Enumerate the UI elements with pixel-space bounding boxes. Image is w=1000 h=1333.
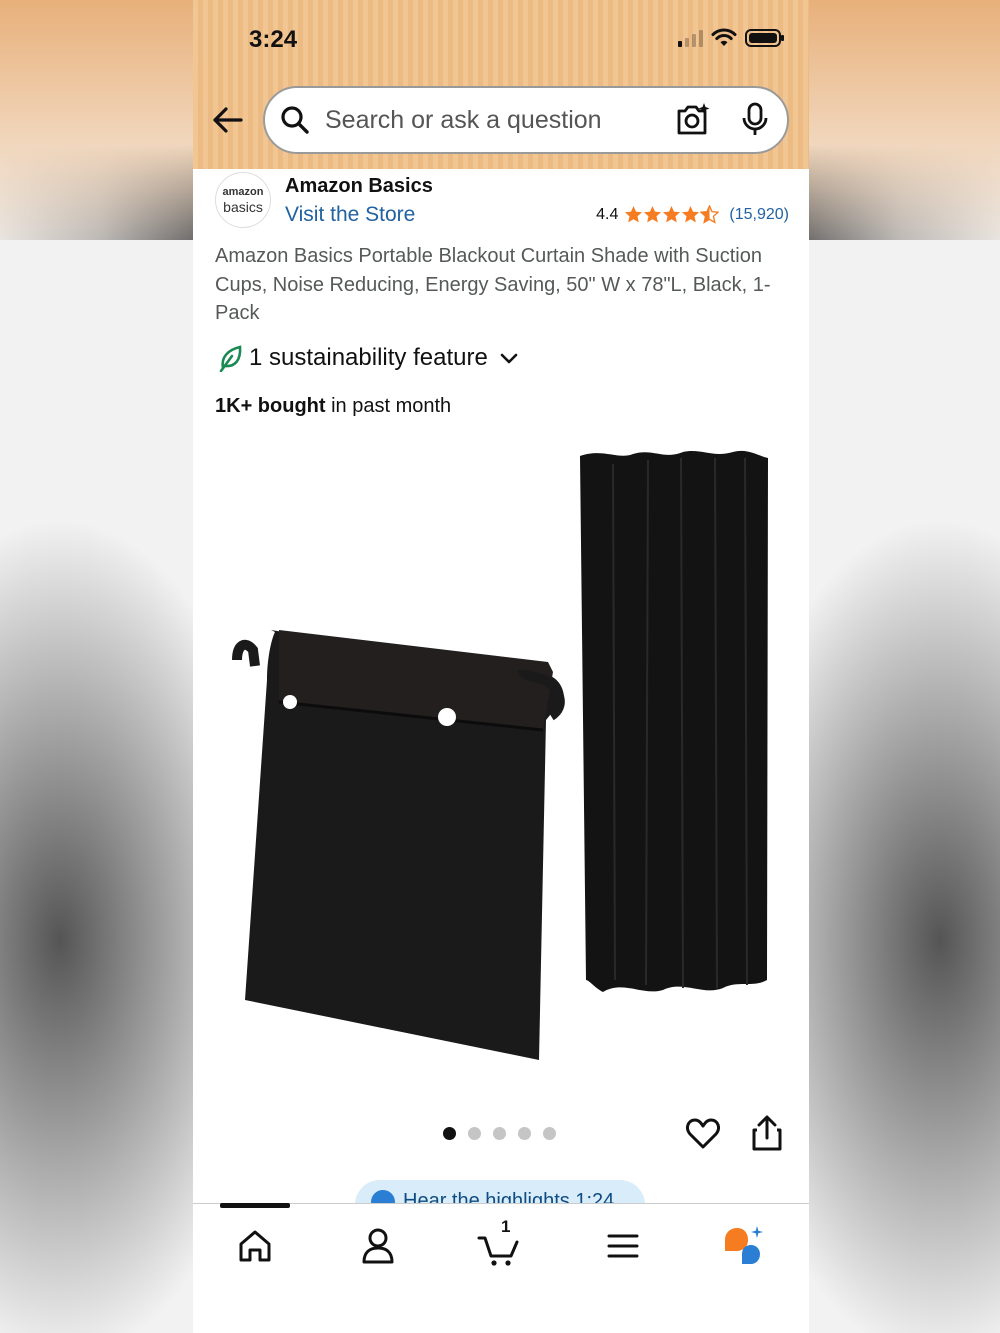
carousel-dots[interactable] (443, 1127, 556, 1140)
account-icon[interactable] (356, 1224, 400, 1268)
phone-screen: 3:24 Search or ask a question amazon bas… (193, 0, 809, 1333)
back-arrow-icon[interactable] (209, 101, 247, 139)
star-rating (624, 205, 720, 224)
status-time: 3:24 (249, 26, 298, 53)
chevron-down-icon (500, 353, 518, 364)
rating-summary[interactable]: 4.4 (15,920) (596, 205, 789, 224)
brand-logo-subtext: basics (223, 199, 263, 215)
star-half-icon (700, 205, 720, 224)
product-title: Amazon Basics Portable Blackout Curtain … (215, 245, 771, 324)
star-full-icon (682, 205, 700, 223)
cellular-signal-icon (678, 29, 703, 47)
header-bar: 3:24 Search or ask a question (193, 0, 809, 169)
search-icon (281, 106, 309, 134)
menu-icon[interactable] (601, 1224, 645, 1268)
cart-count-badge: 1 (501, 1217, 511, 1236)
bought-count-suffix: in past month (325, 395, 452, 417)
brand-name: Amazon Basics (285, 175, 433, 197)
share-icon[interactable] (749, 1114, 785, 1152)
rating-count[interactable]: (15,920) (729, 206, 789, 224)
bought-count: 1K+ bought in past month (215, 395, 451, 418)
brand-logo[interactable]: amazon basics (215, 172, 271, 228)
carousel-dot[interactable] (468, 1127, 481, 1140)
star-full-icon (644, 205, 662, 223)
carousel-dot[interactable] (493, 1127, 506, 1140)
search-bar[interactable]: Search or ask a question (263, 86, 789, 154)
star-full-icon (663, 205, 681, 223)
carousel-dot[interactable] (543, 1127, 556, 1140)
leaf-icon (219, 345, 242, 372)
camera-search-icon[interactable] (673, 101, 711, 139)
brand-row: amazon basics Amazon Basics Visit the St… (215, 172, 789, 232)
sustainability-label: 1 sustainability feature (249, 344, 488, 371)
status-icons (678, 28, 784, 48)
bought-count-bold: 1K+ bought (215, 395, 326, 417)
wifi-icon (711, 28, 737, 46)
battery-icon (745, 29, 784, 47)
search-input[interactable]: Search or ask a question (325, 106, 673, 135)
brand-logo-text: amazon (222, 186, 264, 198)
carousel-dot[interactable] (443, 1127, 456, 1140)
cart-icon[interactable] (477, 1224, 521, 1268)
microphone-icon[interactable] (739, 102, 771, 138)
heart-icon[interactable] (685, 1116, 721, 1152)
visit-store-link[interactable]: Visit the Store (285, 203, 415, 227)
product-image[interactable] (223, 440, 783, 1080)
star-full-icon (625, 205, 643, 223)
carousel-dot[interactable] (518, 1127, 531, 1140)
home-icon[interactable] (233, 1224, 277, 1268)
rating-value: 4.4 (596, 205, 619, 223)
rufus-assistant-icon[interactable] (721, 1224, 765, 1268)
nav-active-indicator (220, 1203, 290, 1208)
sustainability-row[interactable]: 1 sustainability feature (217, 344, 520, 372)
bottom-nav: 1 (193, 1203, 809, 1333)
